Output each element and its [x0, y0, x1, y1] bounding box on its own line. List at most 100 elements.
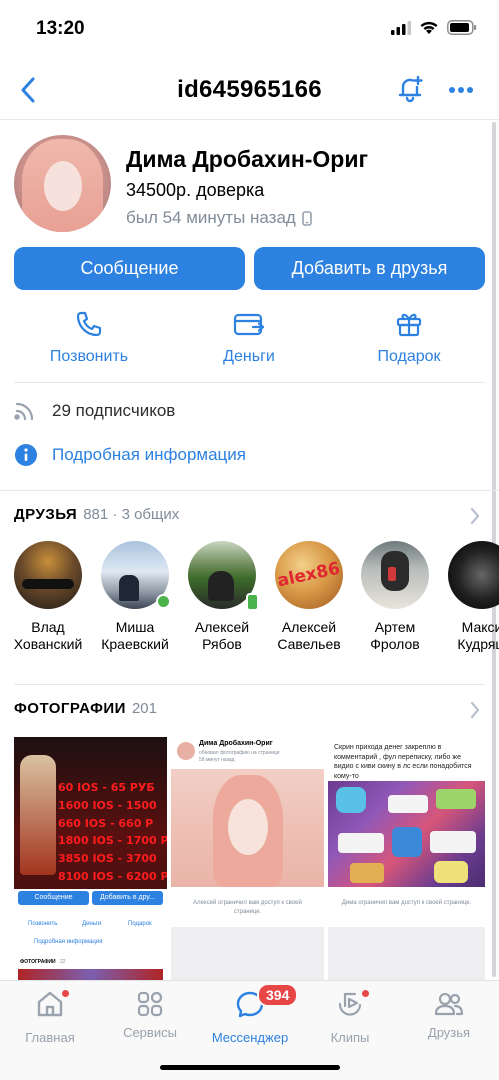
post-time: 59 минут назад [199, 757, 235, 763]
notifications-button[interactable] [395, 74, 427, 106]
add-friend-button[interactable]: Добавить в друзья [254, 247, 485, 290]
friend-item[interactable]: Макси Кудряш [438, 541, 499, 653]
tab-label: Главная [25, 1030, 75, 1045]
mini-action: Позвонить [28, 921, 58, 927]
notification-dot [362, 990, 369, 997]
mini-message-button: Сообщение [18, 891, 89, 905]
home-indicator [160, 1065, 340, 1070]
profile-avatar[interactable] [14, 135, 111, 232]
photo-caption: Скрин прихода денег закреплю в комментар… [334, 744, 472, 780]
divider [0, 490, 499, 491]
call-label: Позвонить [49, 348, 129, 365]
restricted-text: Дима ограничил вам доступ к своей страни… [341, 900, 472, 906]
price-line: 1600 IOS - 1500 [58, 798, 157, 812]
price-line: 8100 IOS - 6200 Р [58, 869, 167, 883]
details-row[interactable]: Подробная информация [14, 443, 246, 467]
tab-friends[interactable]: Друзья [404, 989, 494, 1040]
last-seen-text: был 54 минуты назад [126, 208, 296, 227]
photos-header[interactable]: ФОТОГРАФИИ 201 [14, 700, 157, 717]
friend-item[interactable]: Влад Хованский [4, 541, 92, 653]
friend-avatar [14, 541, 82, 609]
friend-name: Артем Фролов [370, 619, 420, 652]
divider [14, 684, 485, 685]
status-icons [391, 20, 477, 35]
price-line: 1800 IOS - 1700 Р [58, 834, 167, 848]
price-line: 60 IOS - 65 РУБ [58, 781, 155, 794]
mini-action: Деньги [82, 921, 102, 927]
info-icon [15, 444, 37, 466]
signal-icon [391, 20, 411, 35]
photo-thumbnail[interactable]: Дима Дробахин-Ориг обновил фотографию на… [171, 737, 324, 982]
photos-title: ФОТОГРАФИИ [14, 700, 126, 717]
messenger-badge: 394 [257, 983, 299, 1007]
chevron-right-icon[interactable] [469, 700, 481, 720]
mini-photos-title: ФОТОГРАФИИ [20, 959, 56, 965]
friend-name: Макси Кудряш [457, 619, 499, 652]
friend-name: Влад Хованский [13, 619, 83, 652]
call-action[interactable]: Позвонить [19, 310, 159, 366]
status-bar: 13:20 [0, 0, 499, 60]
battery-icon [447, 20, 477, 35]
friend-avatar-text: alex86 [275, 558, 343, 592]
tab-label: Мессенджер [211, 1030, 289, 1045]
tab-home[interactable]: Главная [5, 989, 95, 1045]
mini-action: Подарок [128, 921, 152, 927]
friend-name: Миша Краевский [101, 619, 169, 652]
friend-avatar: alex86 [275, 541, 343, 609]
bell-plus-icon [398, 75, 423, 103]
tab-label: Друзья [427, 1025, 471, 1040]
friend-avatar [188, 541, 259, 611]
profile-last-seen: был 54 минуты назад [126, 208, 312, 228]
friend-item[interactable]: Артем Фролов [351, 541, 439, 653]
photos-count: 201 [131, 700, 157, 717]
friend-item[interactable]: Алексей Рябов [178, 541, 266, 653]
mini-info: Подробная информация [34, 939, 103, 945]
divider [14, 382, 485, 383]
money-icon [233, 313, 265, 336]
money-action[interactable]: Деньги [179, 310, 319, 366]
more-horizontal-icon [449, 87, 473, 93]
photo-thumbnail[interactable]: Скрин прихода денег закреплю в комментар… [328, 737, 485, 982]
post-author: Дима Дробахин-Ориг [199, 740, 273, 747]
friends-header[interactable]: ДРУЗЬЯ 881 · 3 общих [14, 506, 179, 523]
friends-title: ДРУЗЬЯ [14, 506, 78, 523]
profile-name: Дима Дробахин-Ориг [126, 146, 369, 172]
online-indicator [156, 594, 171, 609]
tab-messenger[interactable]: 394 Мессенджер [205, 983, 299, 1045]
mini-add-button: Добавить в дру... [92, 891, 163, 905]
gift-icon [396, 313, 422, 337]
friends-icon [434, 992, 464, 1016]
chevron-right-icon[interactable] [469, 506, 481, 526]
home-icon [37, 991, 63, 1017]
price-line: 660 IOS - 660 Р [58, 816, 154, 830]
more-button[interactable] [445, 74, 477, 106]
tab-clips[interactable]: Клипы [305, 989, 395, 1045]
price-line: 3850 IOS - 3700 [58, 852, 157, 866]
message-button[interactable]: Сообщение [14, 247, 245, 290]
tab-services[interactable]: Сервисы [105, 989, 195, 1040]
status-time: 13:20 [36, 18, 85, 39]
friend-avatar [448, 541, 499, 609]
friend-name: Алексей Рябов [194, 619, 250, 652]
clips-icon [338, 992, 362, 1016]
gift-action[interactable]: Подарок [339, 310, 479, 366]
friend-name: Алексей Савельев [277, 619, 341, 652]
friend-item[interactable]: alex86 Алексей Савельев [265, 541, 353, 653]
gift-label: Подарок [377, 348, 441, 365]
mobile-phone-icon [302, 210, 312, 226]
friend-avatar [361, 541, 429, 609]
restricted-text: Алексей ограничил вам доступ к своей стр… [193, 900, 302, 915]
followers-text: 29 подписчиков [52, 401, 176, 420]
friend-avatar [101, 541, 171, 609]
friend-item[interactable]: Миша Краевский [91, 541, 179, 653]
followers-icon [14, 402, 34, 421]
profile-status: 34500р. доверка [126, 180, 265, 200]
tab-label: Сервисы [123, 1025, 177, 1040]
mini-photos-count: 22 [60, 959, 66, 965]
photo-thumbnail[interactable]: 60 IOS - 65 РУБ 1600 IOS - 1500 660 IOS … [14, 737, 167, 982]
followers-row[interactable]: 29 подписчиков [14, 400, 175, 422]
friends-count: 881 · 3 общих [83, 506, 180, 523]
wifi-icon [420, 21, 438, 34]
notification-dot [62, 990, 69, 997]
mobile-online-indicator [246, 593, 259, 611]
